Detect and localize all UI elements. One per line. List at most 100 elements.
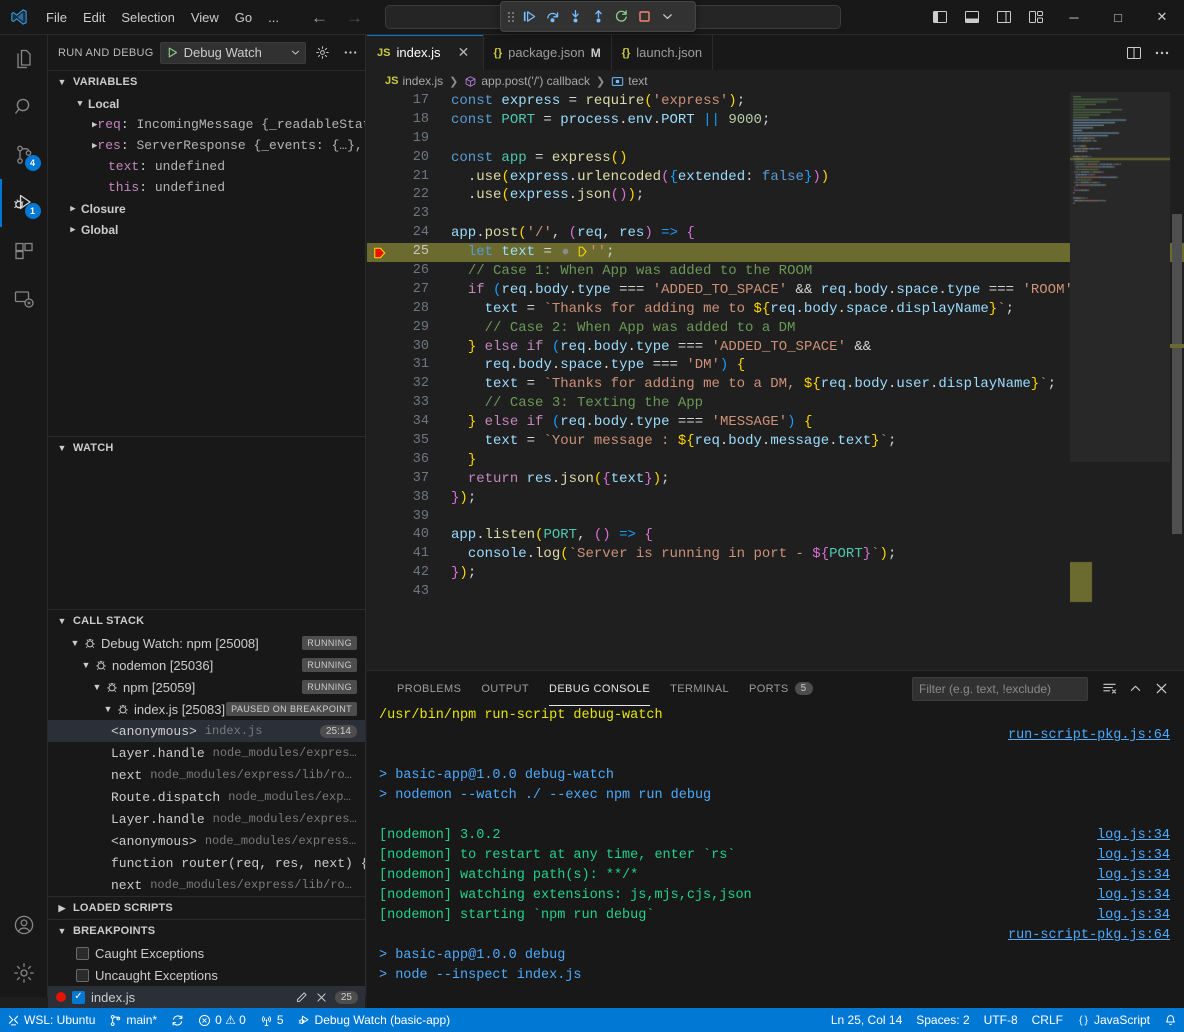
collapse-panel-icon[interactable] <box>1124 678 1146 700</box>
panel-tab-problems[interactable]: PROBLEMS <box>387 671 471 706</box>
tab-launch-json[interactable]: {} launch.json <box>612 35 713 70</box>
go-forward-icon[interactable]: → <box>346 9 363 26</box>
variable-row-req[interactable]: ▶ req: IncomingMessage {_readableState: … <box>48 114 365 135</box>
console-source-link[interactable]: log.js:34 <box>1097 886 1170 906</box>
activity-item-search[interactable] <box>0 83 48 131</box>
start-debug-icon[interactable] <box>166 46 179 59</box>
menu-more[interactable]: ... <box>260 7 287 28</box>
menu-go[interactable]: Go <box>227 7 260 28</box>
breakpoint-glyph-icon[interactable] <box>367 246 393 260</box>
remove-close-icon[interactable] <box>315 991 328 1004</box>
variables-scope-closure[interactable]: ▶ Closure <box>48 198 365 219</box>
restart-button[interactable] <box>610 5 632 29</box>
debug-settings-gear-icon[interactable] <box>312 42 334 64</box>
breakpoint-row-caught-exceptions[interactable]: Caught Exceptions <box>48 942 365 964</box>
tab-index-js[interactable]: JS index.js ✕ <box>367 35 484 70</box>
status-debug-session[interactable]: Debug Watch (basic-app) <box>291 1008 458 1032</box>
status-eol[interactable]: CRLF <box>1025 1008 1070 1032</box>
status-ports[interactable]: 5 <box>253 1008 291 1032</box>
minimap-slider[interactable] <box>1070 92 1170 462</box>
editor-more-actions-icon[interactable] <box>1150 35 1174 70</box>
panel-tab-debug-console[interactable]: DEBUG CONSOLE <box>539 671 660 706</box>
sidebar-more-actions-icon[interactable] <box>339 42 361 64</box>
tab-package-json[interactable]: {} package.json M <box>484 35 612 70</box>
breakpoint-row-uncaught-exceptions[interactable]: Uncaught Exceptions <box>48 964 365 986</box>
breadcrumb-item-symbol-variable[interactable]: text <box>611 74 647 88</box>
drag-handle-icon[interactable] <box>505 6 517 28</box>
console-filter-input[interactable]: Filter (e.g. text, !exclude) <box>912 677 1088 701</box>
debug-toolbar-more-icon[interactable] <box>656 5 678 29</box>
editor-scrollbar-thumb[interactable] <box>1172 214 1182 534</box>
console-source-link[interactable]: run-script-pkg.js:64 <box>1008 926 1170 946</box>
menu-file[interactable]: File <box>38 7 75 28</box>
step-over-button[interactable] <box>541 5 563 29</box>
call-stack-row[interactable]: nextnode_modules/express/lib/rout… <box>48 764 365 786</box>
panel-tab-ports[interactable]: PORTS 5 <box>739 671 823 706</box>
checkbox[interactable] <box>72 991 85 1004</box>
status-cursor-position[interactable]: Ln 25, Col 14 <box>824 1008 909 1032</box>
console-source-link[interactable]: log.js:34 <box>1097 866 1170 886</box>
call-stack-row[interactable]: <anonymous>index.js25:14 <box>48 720 365 742</box>
activity-item-manage-settings[interactable] <box>0 949 48 997</box>
debug-console-output[interactable]: /usr/bin/npm run-script debug-watchrun-s… <box>367 706 1184 1004</box>
window-minimize-button[interactable]: ─ <box>1052 0 1096 35</box>
customize-layout-icon[interactable] <box>1020 0 1052 35</box>
go-back-icon[interactable]: ← <box>311 9 328 26</box>
call-stack-row[interactable]: Layer.handlenode_modules/expres… <box>48 742 365 764</box>
status-problems[interactable]: 0 ⚠ 0 <box>191 1008 253 1032</box>
breadcrumb-item-symbol-method[interactable]: app.post('/') callback <box>464 74 590 88</box>
close-panel-icon[interactable] <box>1150 678 1172 700</box>
toggle-secondary-sidebar-icon[interactable] <box>988 0 1020 35</box>
code-editor[interactable]: 17const express = require('express');18c… <box>367 92 1184 654</box>
checkbox[interactable] <box>76 969 89 982</box>
debug-configuration-dropdown[interactable]: Debug Watch <box>160 42 306 64</box>
tab-close-icon[interactable]: ✕ <box>455 44 473 61</box>
activity-item-remote-explorer[interactable] <box>0 275 48 323</box>
call-stack-row[interactable]: function router(req, res, next) {.pr <box>48 852 365 874</box>
call-stack-row[interactable]: Layer.handlenode_modules/expres… <box>48 808 365 830</box>
stop-button[interactable] <box>633 5 655 29</box>
activity-item-source-control[interactable]: 4 <box>0 131 48 179</box>
status-indentation[interactable]: Spaces: 2 <box>909 1008 976 1032</box>
step-out-button[interactable] <box>587 5 609 29</box>
console-source-link[interactable]: log.js:34 <box>1097 826 1170 846</box>
panel-tab-terminal[interactable]: TERMINAL <box>660 671 739 706</box>
toggle-primary-sidebar-icon[interactable] <box>924 0 956 35</box>
window-maximize-button[interactable]: □ <box>1096 0 1140 35</box>
call-stack-row[interactable]: ▼npm [25059]RUNNING <box>48 676 365 698</box>
call-stack-row[interactable]: nextnode_modules/express/lib/rout… <box>48 874 365 896</box>
call-stack-row[interactable]: <anonymous>node_modules/express… <box>48 830 365 852</box>
breakpoint-row-index-js[interactable]: index.js 25 <box>48 986 365 1008</box>
variable-row-text[interactable]: text: undefined <box>48 156 365 177</box>
variable-row-this[interactable]: this: undefined <box>48 177 365 198</box>
variable-row-res[interactable]: ▶ res: ServerResponse {_events: {…}, _ev… <box>48 135 365 156</box>
panel-tab-output[interactable]: OUTPUT <box>471 671 539 706</box>
console-source-link[interactable]: run-script-pkg.js:64 <box>1008 726 1170 746</box>
status-language-mode[interactable]: JavaScript <box>1070 1008 1157 1032</box>
status-git-branch[interactable]: main* <box>102 1008 164 1032</box>
split-editor-icon[interactable] <box>1122 35 1146 70</box>
menu-view[interactable]: View <box>183 7 227 28</box>
loaded-scripts-section-header[interactable]: ▶ LOADED SCRIPTS <box>48 897 365 919</box>
status-remote-host[interactable]: WSL: Ubuntu <box>0 1008 102 1032</box>
console-source-link[interactable]: log.js:34 <box>1097 846 1170 866</box>
menu-selection[interactable]: Selection <box>113 7 182 28</box>
window-close-button[interactable]: ✕ <box>1140 0 1184 35</box>
call-stack-row[interactable]: ▼nodemon [25036]RUNNING <box>48 654 365 676</box>
edit-pencil-icon[interactable] <box>295 991 308 1004</box>
minimap[interactable] <box>1070 92 1170 654</box>
watch-section-header[interactable]: ▼ WATCH <box>48 437 365 459</box>
editor-scrollbar[interactable] <box>1170 92 1184 654</box>
variables-scope-global[interactable]: ▶ Global <box>48 219 365 240</box>
status-notifications[interactable] <box>1157 1008 1184 1032</box>
activity-item-run-and-debug[interactable]: 1 <box>0 179 48 227</box>
call-stack-section-header[interactable]: ▼ CALL STACK <box>48 610 365 632</box>
breadcrumb-item-file[interactable]: JS index.js <box>385 74 443 88</box>
call-stack-row[interactable]: ▼Debug Watch: npm [25008]RUNNING <box>48 632 365 654</box>
variables-scope-local[interactable]: ▼ Local <box>48 93 365 114</box>
activity-item-extensions[interactable] <box>0 227 48 275</box>
breakpoints-section-header[interactable]: ▼ BREAKPOINTS <box>48 920 365 942</box>
continue-button[interactable] <box>518 5 540 29</box>
console-source-link[interactable]: log.js:34 <box>1097 906 1170 926</box>
status-encoding[interactable]: UTF-8 <box>977 1008 1025 1032</box>
